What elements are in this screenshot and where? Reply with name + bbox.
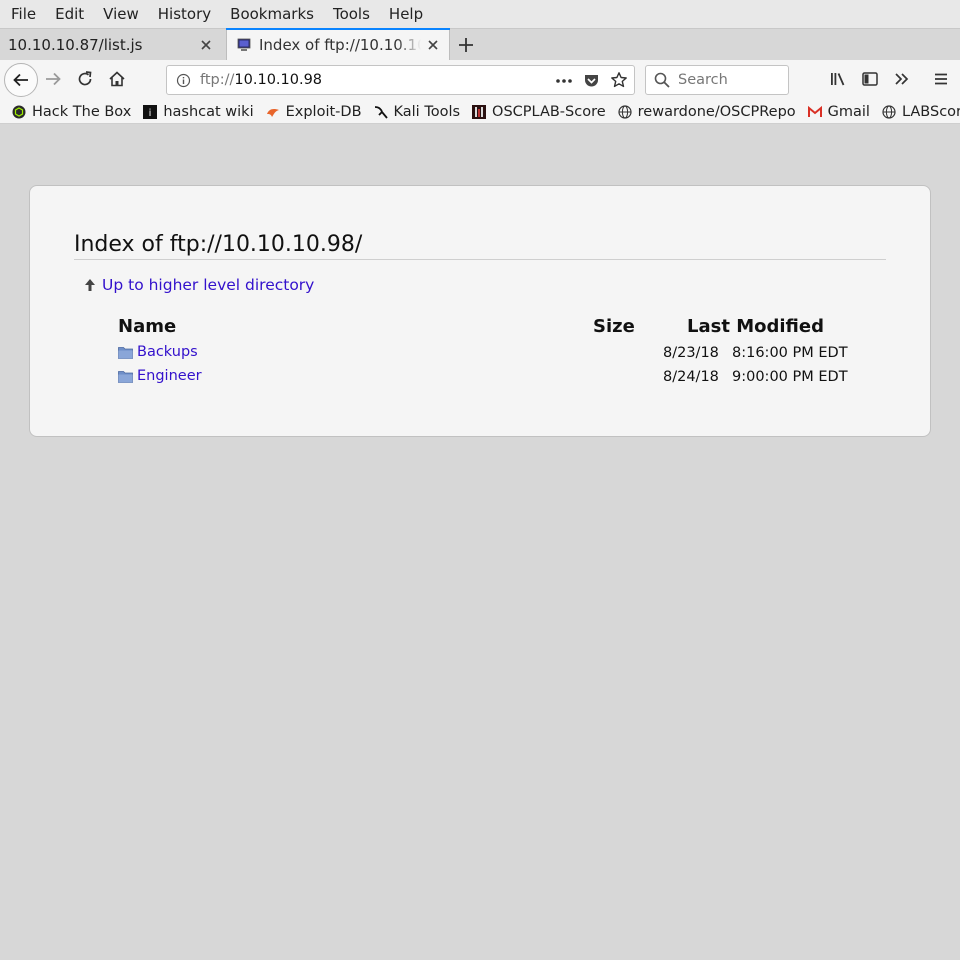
bookmark-labscore[interactable]: LABScore <box>882 104 960 120</box>
menu-bar: File Edit View History Bookmarks Tools H… <box>0 0 960 28</box>
modified-time: 8:16:00 PM EDT <box>732 345 848 361</box>
ftp-favicon-icon <box>237 38 251 51</box>
up-arrow-icon <box>85 279 95 291</box>
home-button[interactable] <box>102 64 132 94</box>
overflow-button[interactable] <box>887 64 917 94</box>
menu-edit[interactable]: Edit <box>47 5 92 23</box>
modified-date: 8/24/18 <box>663 369 719 385</box>
menu-tools[interactable]: Tools <box>325 5 378 23</box>
exploitdb-icon <box>266 108 279 117</box>
page-title: Index of ftp://10.10.10.98/ <box>74 232 886 260</box>
bookmark-label: hashcat wiki <box>163 103 254 120</box>
folder-name: Engineer <box>137 368 202 384</box>
reload-button[interactable] <box>70 64 100 94</box>
bookmark-oscplab-score[interactable]: OSCPLAB-Score <box>472 104 606 120</box>
column-header-name[interactable]: Name <box>118 316 176 337</box>
library-icon <box>831 73 845 86</box>
bookmark-label: Hack The Box <box>32 103 132 120</box>
globe-icon <box>882 104 896 119</box>
forward-arrow-icon <box>46 72 61 86</box>
tab-ftp-index[interactable]: Index of ftp://10.10.10.98/ <box>226 28 450 61</box>
bookmark-hack-the-box[interactable]: Hack The Box <box>12 104 131 120</box>
folder-icon <box>118 370 133 383</box>
home-icon <box>109 71 125 87</box>
reload-icon <box>78 71 92 86</box>
back-button[interactable] <box>4 63 38 97</box>
url-host: 10.10.10.98 <box>234 72 323 88</box>
new-tab-icon[interactable] <box>456 35 476 55</box>
column-header-last-modified[interactable]: Last Modified <box>687 316 824 337</box>
oscplab-icon <box>472 104 487 119</box>
menu-file[interactable]: File <box>3 5 44 23</box>
bookmark-hashcat-wiki[interactable]: i hashcat wiki <box>143 103 254 120</box>
pocket-icon[interactable] <box>583 72 600 89</box>
bookmark-star-icon[interactable] <box>610 71 628 89</box>
folder-link-backups[interactable]: Backups <box>118 344 198 360</box>
main-menu-button[interactable] <box>926 64 956 94</box>
folder-link-engineer[interactable]: Engineer <box>118 368 202 384</box>
close-tab-icon[interactable] <box>198 37 214 53</box>
bookmarks-toolbar: Hack The Box i hashcat wiki Exploit-DB K… <box>0 100 960 124</box>
globe-icon <box>618 104 632 119</box>
bookmark-kali-tools[interactable]: Kali Tools <box>374 103 461 120</box>
tab-strip: 10.10.10.87/list.js Index of ftp://10.10… <box>0 28 960 61</box>
bookmark-label: LABScore <box>901 103 960 120</box>
bookmark-label: Exploit-DB <box>285 103 362 120</box>
search-icon <box>654 72 670 88</box>
up-directory-link[interactable]: Up to higher level directory <box>84 276 314 294</box>
table-row: Engineer 8/24/18 9:00:00 PM EDT <box>118 368 858 392</box>
info-icon[interactable] <box>176 73 191 88</box>
close-tab-icon[interactable] <box>425 37 441 53</box>
table-row: Backups 8/23/18 8:16:00 PM EDT <box>118 344 858 368</box>
url-bar[interactable]: ftp://10.10.10.98 <box>166 65 635 95</box>
bookmark-exploit-db[interactable]: Exploit-DB <box>266 104 362 120</box>
bookmark-gmail[interactable]: Gmail <box>807 103 870 120</box>
tab-title: 10.10.10.87/list.js <box>8 36 143 54</box>
htb-icon <box>12 105 26 118</box>
column-header-size[interactable]: Size <box>593 316 635 337</box>
search-placeholder: Search <box>678 72 728 88</box>
chevron-double-right-icon <box>895 73 909 85</box>
bookmark-oscprepo[interactable]: rewardone/OSCPRepo <box>618 104 796 120</box>
modified-time: 9:00:00 PM EDT <box>732 369 848 385</box>
svg-text:i: i <box>149 108 152 119</box>
library-button[interactable] <box>823 64 853 94</box>
directory-listing-card: Index of ftp://10.10.10.98/ Up to higher… <box>29 185 931 437</box>
url-scheme: ftp:// <box>200 72 235 88</box>
menu-history[interactable]: History <box>150 5 219 23</box>
page-actions-icon[interactable] <box>555 74 573 88</box>
tab-list-js[interactable]: 10.10.10.87/list.js <box>0 29 222 61</box>
folder-icon <box>118 346 133 359</box>
menu-view[interactable]: View <box>95 5 147 23</box>
bookmark-label: Gmail <box>827 103 870 120</box>
navigation-bar: ftp://10.10.10.98 Search <box>0 60 960 100</box>
bookmark-label: Kali Tools <box>393 103 461 120</box>
menu-help[interactable]: Help <box>381 5 431 23</box>
sidebar-icon <box>862 72 878 86</box>
bookmark-label: rewardone/OSCPRepo <box>637 103 796 120</box>
hashcat-icon: i <box>143 104 158 119</box>
hamburger-menu-icon <box>935 73 947 85</box>
bookmark-label: OSCPLAB-Score <box>492 103 606 120</box>
up-directory-label: Up to higher level directory <box>102 276 315 294</box>
folder-name: Backups <box>137 344 198 360</box>
search-bar[interactable]: Search <box>645 65 789 95</box>
tab-title: Index of ftp://10.10.10.98/ <box>259 36 421 54</box>
forward-button[interactable] <box>38 64 68 94</box>
modified-date: 8/23/18 <box>663 345 719 361</box>
kali-icon <box>374 105 388 119</box>
sidebar-button[interactable] <box>855 64 885 94</box>
menu-bookmarks[interactable]: Bookmarks <box>222 5 322 23</box>
back-arrow-icon <box>13 73 28 87</box>
gmail-icon <box>807 105 822 117</box>
